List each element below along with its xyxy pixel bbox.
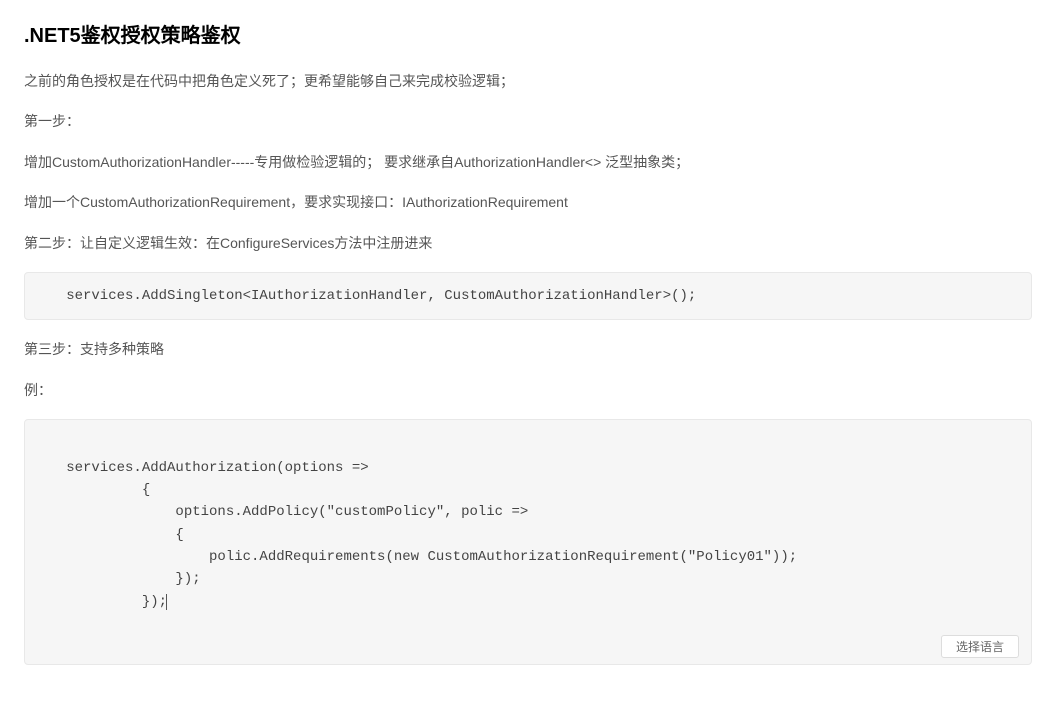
code-block-2-content: services.AddAuthorization(options => { o… xyxy=(41,460,797,610)
text-cursor xyxy=(166,594,167,610)
select-language-button[interactable]: 选择语言 xyxy=(941,635,1019,658)
paragraph-example-label: 例： xyxy=(24,379,1032,401)
paragraph-intro: 之前的角色授权是在代码中把角色定义死了；更希望能够自己来完成校验逻辑； xyxy=(24,70,1032,92)
paragraph-step1-desc2: 增加一个CustomAuthorizationRequirement，要求实现接… xyxy=(24,191,1032,213)
paragraph-step2-label: 第二步：让自定义逻辑生效：在ConfigureServices方法中注册进来 xyxy=(24,232,1032,254)
paragraph-step3-label: 第三步：支持多种策略 xyxy=(24,338,1032,360)
paragraph-step1-label: 第一步： xyxy=(24,110,1032,132)
code-block-1[interactable]: services.AddSingleton<IAuthorizationHand… xyxy=(24,272,1032,320)
page-title: .NET5鉴权授权策略鉴权 xyxy=(24,20,1032,52)
paragraph-step1-desc1: 增加CustomAuthorizationHandler-----专用做检验逻辑… xyxy=(24,151,1032,173)
code-block-2[interactable]: services.AddAuthorization(options => { o… xyxy=(24,419,1032,665)
